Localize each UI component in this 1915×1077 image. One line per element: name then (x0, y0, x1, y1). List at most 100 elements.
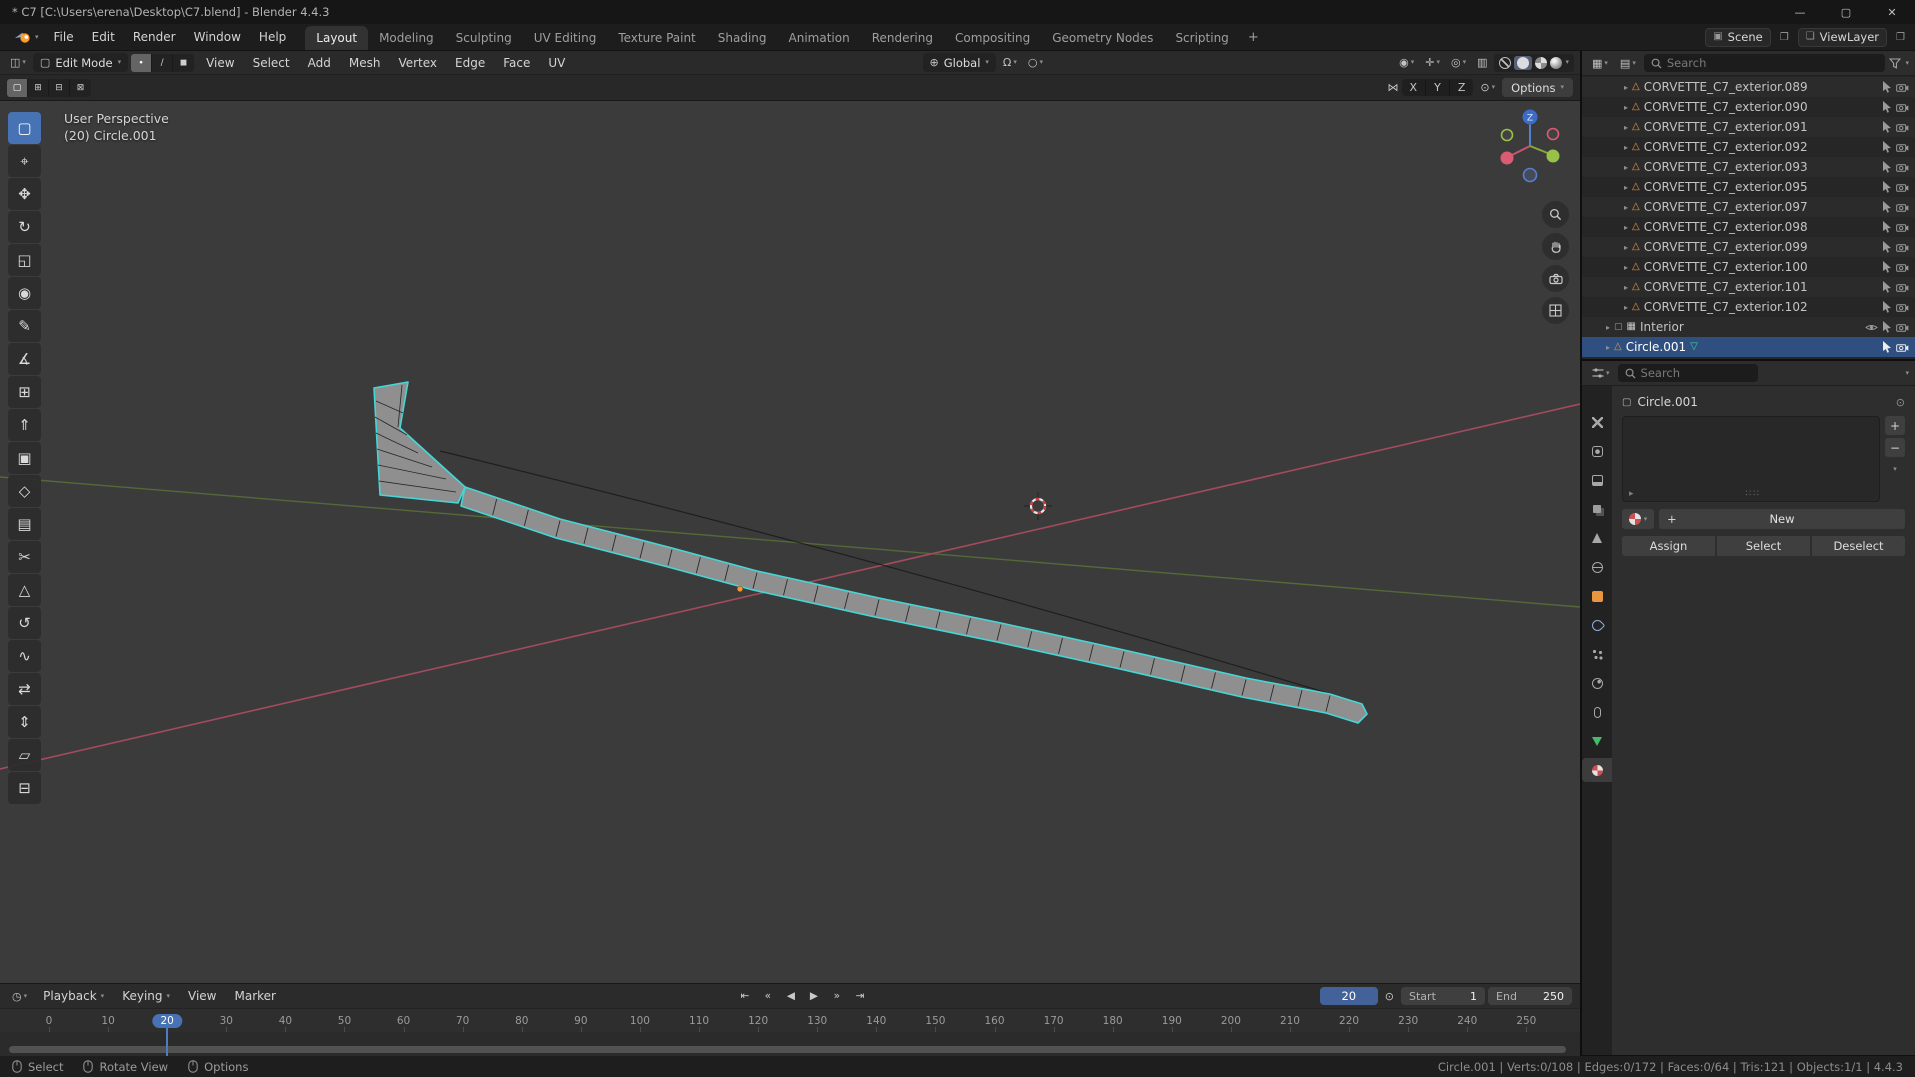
world-tab[interactable] (1582, 555, 1612, 579)
render-tab[interactable] (1582, 439, 1612, 463)
workspace-tab[interactable]: Texture Paint (607, 26, 706, 50)
timeline-menu-item[interactable]: Keying ▾ (113, 986, 179, 1006)
timeline-menu-item[interactable]: View (179, 986, 225, 1006)
properties-search-input[interactable] (1640, 366, 1751, 380)
hide-in-viewport-icon[interactable] (1865, 323, 1878, 332)
selectable-icon[interactable] (1882, 281, 1892, 293)
measure-tool[interactable]: ∡ (8, 343, 41, 375)
next-keyframe-button[interactable]: » (826, 987, 848, 1005)
mode-selector[interactable]: ▢ Edit Mode ▾ (32, 53, 129, 72)
transform-orientation-selector[interactable]: ⊕ Global ▾ (922, 53, 996, 72)
render-visibility-icon[interactable] (1896, 222, 1909, 232)
timeline-editor-type-button[interactable]: ◷ ▾ (8, 989, 31, 1004)
gizmo-y-neg-axis[interactable] (1500, 128, 1514, 142)
viewport-menu-item[interactable]: Select (244, 53, 299, 73)
timeline-playhead[interactable] (166, 1028, 168, 1056)
edge-slide-tool[interactable]: ⇄ (8, 673, 41, 705)
show-overlays-button[interactable]: ◎ ▾ (1447, 55, 1470, 70)
render-visibility-icon[interactable] (1896, 242, 1909, 252)
workspace-tab[interactable]: Animation (778, 26, 861, 50)
rotate-tool[interactable]: ↻ (8, 211, 41, 243)
mesh-strip[interactable] (460, 486, 1368, 724)
render-visibility-icon[interactable] (1896, 262, 1909, 272)
object-tab[interactable] (1582, 584, 1612, 608)
material-slots-list[interactable]: ▸ ∷∷ (1622, 416, 1880, 502)
bevel-tool[interactable]: ◇ (8, 475, 41, 507)
render-visibility-icon[interactable] (1896, 302, 1909, 312)
render-visibility-icon[interactable] (1896, 162, 1909, 172)
outliner-display-mode-button[interactable]: ▤ ▾ (1616, 56, 1640, 71)
shading-rendered-button[interactable] (1550, 56, 1563, 69)
add-workspace-button[interactable]: + (1240, 30, 1267, 45)
outliner-row[interactable]: ▸ △ CORVETTE_C7_exterior.091 (1582, 117, 1915, 137)
show-gizmos-button[interactable]: ✛ ▾ (1421, 55, 1444, 70)
timeline-menu-item[interactable]: Playback ▾ (34, 986, 113, 1006)
close-button[interactable]: ✕ (1869, 0, 1915, 24)
workspace-tab[interactable]: Scripting (1164, 26, 1239, 50)
disclosure-icon[interactable]: ▸ (1624, 283, 1628, 292)
outliner-search-input[interactable] (1666, 56, 1777, 70)
scene-selector[interactable]: ▣ Scene (1705, 27, 1771, 47)
material-specials-icon[interactable]: ▾ (1893, 466, 1897, 473)
workspace-tab[interactable]: UV Editing (523, 26, 608, 50)
toggle-ortho-button[interactable] (1542, 297, 1569, 324)
render-visibility-icon[interactable] (1896, 342, 1909, 352)
selectable-icon[interactable] (1882, 121, 1892, 133)
add-material-slot-button[interactable]: + (1885, 416, 1905, 435)
workspace-tab[interactable]: Shading (707, 26, 778, 50)
outliner-row[interactable]: ▸ △ CORVETTE_C7_exterior.099 (1582, 237, 1915, 257)
outliner-search[interactable] (1643, 54, 1886, 72)
object-data-tab[interactable] (1582, 729, 1612, 753)
select-box-tool[interactable]: ▢ (8, 112, 41, 144)
disclosure-icon[interactable]: ▸ (1606, 323, 1610, 332)
mirror-y-button[interactable]: Y (1426, 79, 1450, 96)
outliner-row[interactable]: ▸ △ CORVETTE_C7_exterior.093 (1582, 157, 1915, 177)
frame-start-field[interactable]: Start 1 (1401, 987, 1486, 1005)
spin-tool[interactable]: ↺ (8, 607, 41, 639)
cursor-tool[interactable]: ⌖ (8, 145, 41, 177)
selectable-icon[interactable] (1882, 301, 1892, 313)
poly-build-tool[interactable]: △ (8, 574, 41, 606)
menubar-item[interactable]: File (45, 27, 83, 47)
loop-cut-tool[interactable]: ▤ (8, 508, 41, 540)
output-tab[interactable] (1582, 468, 1612, 492)
outliner-row[interactable]: ▸ △ CORVETTE_C7_exterior.095 (1582, 177, 1915, 197)
viewport-menu-item[interactable]: Vertex (389, 53, 446, 73)
disclosure-icon[interactable]: ▸ (1624, 243, 1628, 252)
disclosure-icon[interactable]: ▸ (1624, 123, 1628, 132)
select-mode-intersect-button[interactable]: ⊠ (70, 79, 91, 97)
inset-faces-tool[interactable]: ▣ (8, 442, 41, 474)
material-tab[interactable] (1582, 758, 1612, 782)
current-frame-field[interactable]: 20 (1319, 987, 1378, 1005)
options-dropdown[interactable]: Options ▾ (1502, 78, 1573, 97)
outliner-row[interactable]: ▸ △ CORVETTE_C7_exterior.092 (1582, 137, 1915, 157)
smooth-tool[interactable]: ∿ (8, 640, 41, 672)
workspace-tab[interactable]: Layout (305, 26, 369, 50)
3d-viewport[interactable]: Z User Perspective (20) Circle.001 ▢ ⌖ ✥ ↻ ◱… (0, 101, 1580, 983)
workspace-tab[interactable]: Compositing (944, 26, 1041, 50)
mesh-fin[interactable] (373, 381, 466, 504)
remove-material-slot-button[interactable]: − (1885, 438, 1905, 457)
transform-tool[interactable]: ◉ (8, 277, 41, 309)
edge-select-mode-button[interactable]: ∕ (152, 53, 174, 72)
auto-keying-button[interactable]: ⊙ (1381, 989, 1398, 1004)
shading-solid-button[interactable] (1517, 56, 1530, 69)
pan-button[interactable] (1542, 233, 1569, 260)
assign-button[interactable]: Assign (1622, 536, 1715, 556)
selectable-icon[interactable] (1882, 141, 1892, 153)
outliner-row[interactable]: ▸ △ CORVETTE_C7_exterior.101 (1582, 277, 1915, 297)
viewport-menu-item[interactable]: UV (539, 53, 574, 73)
shading-wireframe-button[interactable] (1499, 56, 1512, 69)
frame-end-field[interactable]: End 250 (1488, 987, 1573, 1005)
selectable-icon[interactable] (1882, 201, 1892, 213)
shrink-fatten-tool[interactable]: ⇕ (8, 706, 41, 738)
shear-tool[interactable]: ▱ (8, 739, 41, 771)
properties-options-icon[interactable]: ▾ (1905, 369, 1909, 377)
selectable-icon[interactable] (1882, 341, 1892, 353)
viewport-menu-item[interactable]: Mesh (340, 53, 390, 73)
disclosure-icon[interactable]: ▸ (1624, 163, 1628, 172)
scale-tool[interactable]: ◱ (8, 244, 41, 276)
disclosure-icon[interactable]: ▸ (1606, 343, 1610, 352)
select-mode-new-button[interactable]: ▢ (7, 78, 28, 97)
outliner-row[interactable]: ▸ △ CORVETTE_C7_exterior.098 (1582, 217, 1915, 237)
